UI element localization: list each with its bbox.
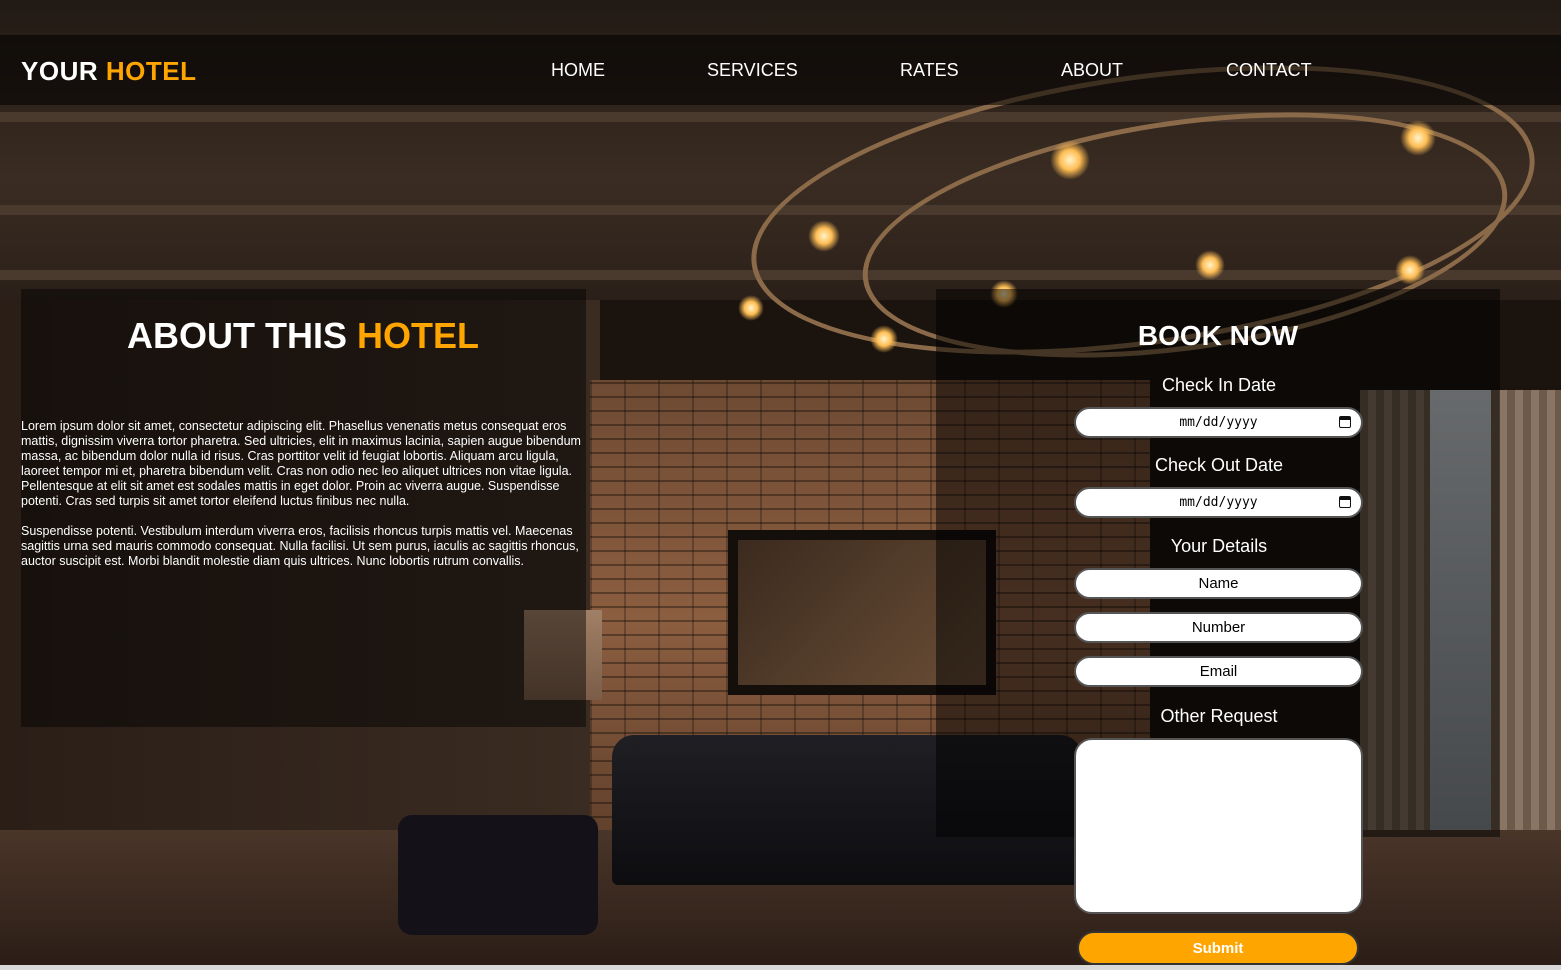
check-out-date-input[interactable]: mm/dd/yyyy [1074, 487, 1363, 518]
about-title: ABOUT THIS HOTEL [0, 315, 606, 357]
nav-contact[interactable]: CONTACT [1226, 60, 1312, 81]
check-in-date-input[interactable]: mm/dd/yyyy [1074, 407, 1363, 438]
check-in-date-value: mm/dd/yyyy [1179, 415, 1258, 430]
booking-title: BOOK NOW [1137, 320, 1299, 351]
logo-accent-text: HOTEL [105, 56, 197, 86]
light-bulb [1195, 250, 1225, 280]
name-input[interactable] [1074, 568, 1363, 599]
check-out-label: Check Out Date [1154, 455, 1284, 475]
check-in-label: Check In Date [1161, 375, 1277, 395]
about-title-text: ABOUT THIS [126, 315, 347, 356]
nav-services[interactable]: SERVICES [707, 60, 798, 81]
curtain [1491, 390, 1561, 840]
check-out-date-value: mm/dd/yyyy [1179, 495, 1258, 510]
nav-rates[interactable]: RATES [900, 60, 959, 81]
nav-home[interactable]: HOME [551, 60, 605, 81]
light-bulb [1400, 120, 1436, 156]
other-request-label: Other Request [1160, 706, 1278, 726]
nav-about[interactable]: ABOUT [1061, 60, 1123, 81]
email-input[interactable] [1074, 656, 1363, 687]
armchair [398, 815, 598, 935]
number-input[interactable] [1074, 612, 1363, 643]
horizontal-scrollbar[interactable] [0, 965, 1561, 970]
about-paragraph: Suspendisse potenti. Vestibulum interdum… [21, 524, 579, 568]
calendar-icon[interactable] [1339, 496, 1351, 508]
light-bulb [1395, 255, 1425, 285]
logo[interactable]: YOUR HOTEL [21, 56, 196, 87]
about-body: Lorem ipsum dolor sit amet, consectetur … [21, 419, 586, 584]
about-paragraph: Lorem ipsum dolor sit amet, consectetur … [21, 419, 581, 508]
about-title-accent: HOTEL [357, 315, 479, 356]
other-request-textarea[interactable] [1074, 738, 1363, 914]
logo-text: YOUR [21, 56, 99, 86]
your-details-label: Your Details [1170, 536, 1268, 556]
submit-button[interactable]: Submit [1077, 931, 1359, 965]
light-bulb [1050, 140, 1090, 180]
light-bulb [808, 220, 840, 252]
light-bulb [738, 295, 764, 321]
light-bulb [870, 325, 898, 353]
calendar-icon[interactable] [1339, 416, 1351, 428]
